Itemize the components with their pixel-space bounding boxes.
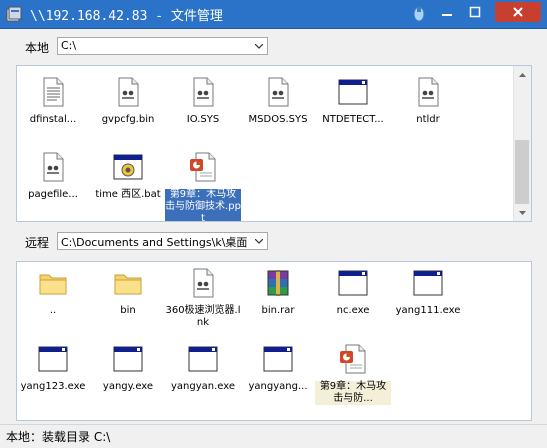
file-name: pagefile... xyxy=(28,189,78,200)
system-file-icon xyxy=(187,76,219,108)
system-file-icon xyxy=(187,267,219,299)
app-window-icon xyxy=(337,267,369,299)
close-icon xyxy=(513,7,523,17)
local-file-pane[interactable]: dfinstal... gvpcfg.bin IO.SYS MSDOS.SYS NTDE… xyxy=(16,65,532,222)
scroll-down-icon[interactable] xyxy=(514,204,531,221)
file-name: yangy.exe xyxy=(102,381,154,392)
local-path-select[interactable]: C:\ xyxy=(57,37,268,55)
text-file-icon xyxy=(37,76,69,108)
status-bar: 本地：装载目录 C:\ xyxy=(0,424,547,448)
window-title: \\192.168.42.83 - 文件管理 xyxy=(30,9,223,24)
title-bar[interactable]: \\192.168.42.83 - 文件管理 xyxy=(0,0,547,29)
file-name: 第9章：木马攻击与防... xyxy=(315,381,391,405)
file-name: 第9章：木马攻击与防御技术.ppt xyxy=(165,189,241,221)
file-name: yangyan.exe xyxy=(170,381,236,392)
chevron-down-icon[interactable] xyxy=(250,233,267,249)
batch-file-icon xyxy=(112,151,144,183)
system-file-icon xyxy=(412,76,444,108)
app-window-icon xyxy=(337,76,369,108)
file-name: yang123.exe xyxy=(20,381,86,392)
scrollbar-thumb[interactable] xyxy=(515,140,529,204)
scroll-up-icon[interactable] xyxy=(514,66,531,83)
status-text: 本地：装载目录 C:\ xyxy=(6,430,111,444)
ppt-file-icon xyxy=(187,151,219,183)
minimize-icon xyxy=(442,14,452,16)
chevron-down-icon[interactable] xyxy=(250,38,267,54)
local-path-value: C:\ xyxy=(61,39,77,52)
app-window-icon xyxy=(262,343,294,375)
folder-icon xyxy=(37,267,69,299)
remote-path-select[interactable]: C:\Documents and Settings\k\桌面 xyxy=(57,232,268,250)
maximize-button[interactable] xyxy=(462,2,488,22)
minimize-button[interactable] xyxy=(434,2,460,22)
app-window-icon xyxy=(37,343,69,375)
app-window-icon xyxy=(412,267,444,299)
system-file-icon xyxy=(262,76,294,108)
file-name: NTDETECT... xyxy=(322,114,384,125)
file-name: nc.exe xyxy=(336,305,370,316)
file-name: time 西区.bat xyxy=(95,189,161,200)
close-button[interactable] xyxy=(495,2,541,22)
remote-file-pane[interactable]: .. bin 360极速浏览器.lnk bin.rar nc.exe yang111.ex… xyxy=(16,261,532,421)
file-name: ntldr xyxy=(416,114,440,125)
app-window-icon xyxy=(112,343,144,375)
file-name: bin.rar xyxy=(261,305,295,316)
file-name: IO.SYS xyxy=(186,114,220,125)
remote-label: 远程 xyxy=(25,236,50,250)
local-label: 本地 xyxy=(25,41,50,55)
rar-archive-icon xyxy=(262,267,294,299)
file-name: MSDOS.SYS xyxy=(248,114,308,125)
app-icon xyxy=(6,6,22,22)
file-name: yangyang... xyxy=(248,381,308,392)
maximize-icon xyxy=(469,6,481,18)
file-name: .. xyxy=(49,305,57,316)
folder-icon xyxy=(112,267,144,299)
file-name: dfinstal... xyxy=(29,114,77,125)
app-window-icon xyxy=(187,343,219,375)
pin-icon[interactable] xyxy=(412,5,426,23)
file-name: bin xyxy=(120,305,136,316)
local-scrollbar[interactable] xyxy=(513,66,531,221)
file-name: gvpcfg.bin xyxy=(101,114,155,125)
file-name: 360极速浏览器.lnk xyxy=(165,305,241,328)
remote-path-value: C:\Documents and Settings\k\桌面 xyxy=(61,236,248,249)
system-file-icon xyxy=(112,76,144,108)
system-file-icon xyxy=(37,151,69,183)
ppt-file-icon xyxy=(337,343,369,375)
file-name: yang111.exe xyxy=(395,305,461,316)
